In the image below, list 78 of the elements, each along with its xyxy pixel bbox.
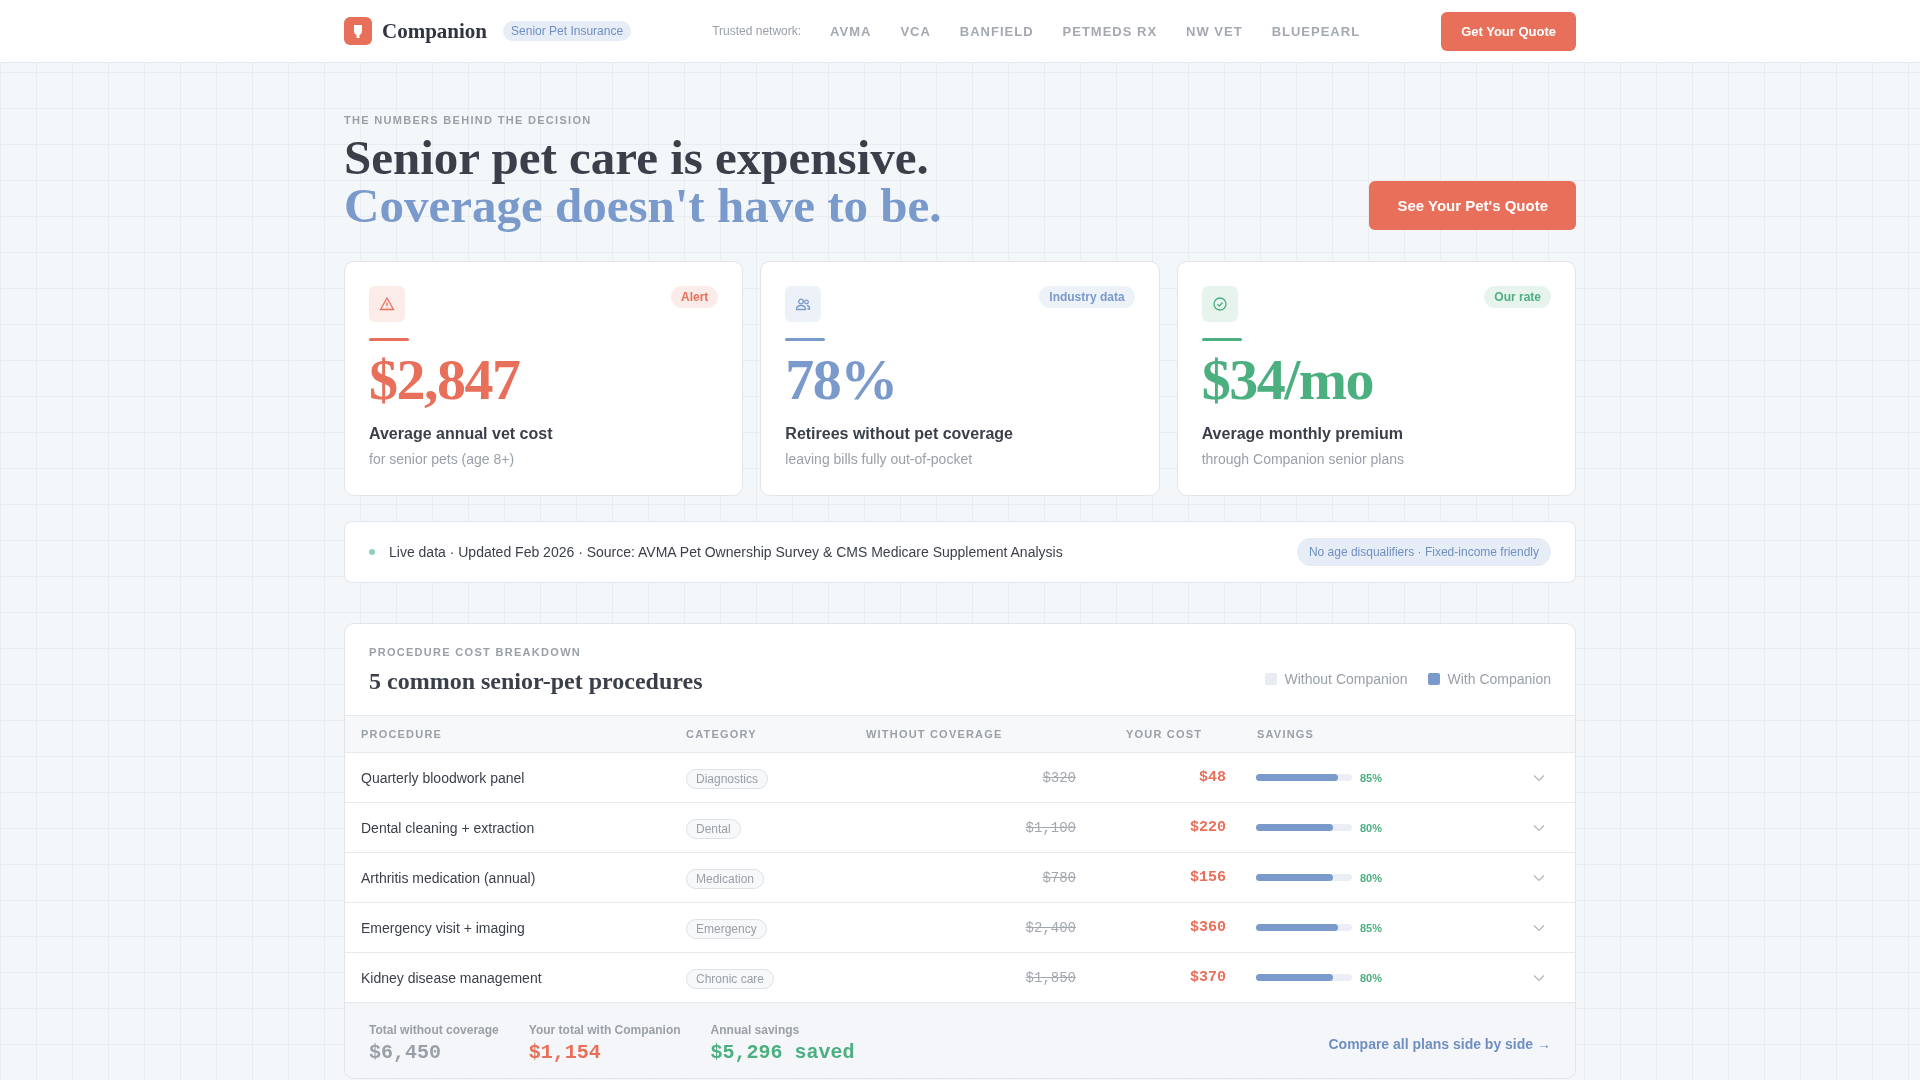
total-value: $1,154 <box>528 1041 602 1064</box>
legend-label: Without Companion <box>1284 670 1408 687</box>
chevron-down-icon[interactable] <box>1533 823 1545 832</box>
total-label: Total without coverage <box>369 1023 499 1037</box>
partner-name: BANFIELD <box>959 23 1034 39</box>
brand-tag: Senior Pet Insurance <box>503 21 632 41</box>
category-tag: Chronic care <box>686 968 775 989</box>
column-header: WITHOUT COVERAGE <box>866 728 1004 740</box>
savings-percent: 85% <box>1360 771 1383 784</box>
procedure-cell-text: Arthritis medication (annual) <box>361 869 537 886</box>
brand-name: Companion <box>382 18 488 44</box>
without-cost-cell-text: $2,400 <box>1024 919 1077 936</box>
your-cost-cell-text: $370 <box>1189 969 1227 986</box>
total-label: Your total with Companion <box>528 1023 681 1037</box>
source-text: Live data · Updated Feb 2026 · Source: AVMA Pet Ownership Survey & CMS Medicare Supplement Analysis <box>389 544 1064 560</box>
partner-name: VCA <box>900 23 931 39</box>
without-cost-cell-text: $1,100 <box>1024 819 1077 836</box>
partner-name: NW VET <box>1186 23 1243 39</box>
total-label: Annual savings <box>710 1023 801 1037</box>
chevron-down-icon[interactable] <box>1533 873 1545 882</box>
card-badge: Our rate <box>1484 286 1551 308</box>
savings-percent: 85% <box>1360 921 1383 934</box>
partner-name: PETMEDS RX <box>1062 23 1158 39</box>
partner-name: BLUEPEARL <box>1271 23 1361 39</box>
stat-value: 78% <box>785 346 898 414</box>
legend-label: With Companion <box>1447 670 1551 687</box>
procedure-cell-text: Emergency visit + imaging <box>361 919 526 936</box>
stat-value: $2,847 <box>369 346 521 414</box>
column-header: YOUR COST <box>1125 728 1204 740</box>
your-cost-cell-text: $360 <box>1189 919 1227 936</box>
without-cost-cell-text: $1,850 <box>1024 969 1077 986</box>
total-value: $6,450 <box>369 1041 442 1064</box>
live-dot-icon <box>369 549 375 555</box>
total-value: $5,296 saved <box>710 1041 855 1064</box>
column-header: CATEGORY <box>686 728 758 740</box>
without-cost-cell-text: $320 <box>1041 769 1077 786</box>
compare-plans-link[interactable]: Compare all plans side by side → <box>1328 1035 1551 1052</box>
eyebrow: THE NUMBERS BEHIND THE DECISION <box>344 114 593 126</box>
table-title: 5 common senior-pet procedures <box>369 668 703 695</box>
info-pill: No age disqualifiers · Fixed-income friendly <box>1296 538 1551 566</box>
stat-label: Average monthly premium <box>1201 425 1404 443</box>
your-cost-cell-text: $48 <box>1198 769 1227 786</box>
stat-sublabel: for senior pets (age 8+) <box>369 451 516 467</box>
savings-percent: 80% <box>1360 971 1383 984</box>
hero-title: Senior pet care is expensive. <box>344 134 930 182</box>
get-quote-button[interactable]: Get Your Quote <box>1441 11 1576 51</box>
your-cost-cell-text: $156 <box>1189 869 1227 886</box>
stat-label: Retirees without pet coverage <box>785 425 1014 443</box>
procedure-cell-text: Dental cleaning + extraction <box>361 819 536 836</box>
card-badge: Alert <box>671 286 719 308</box>
savings-percent: 80% <box>1360 821 1383 834</box>
partner-name: AVMA <box>830 23 872 39</box>
see-quote-button[interactable]: See Your Pet's Quote <box>1369 181 1576 230</box>
card-badge: Industry data <box>1039 286 1135 308</box>
stat-sublabel: leaving bills fully out-of-pocket <box>785 451 974 467</box>
without-cost-cell-text: $780 <box>1041 869 1077 886</box>
category-tag: Dental <box>686 818 741 839</box>
people-icon <box>795 296 812 312</box>
warning-icon <box>379 296 395 312</box>
table-eyebrow: PROCEDURE COST BREAKDOWN <box>369 646 583 658</box>
stat-sublabel: through Companion senior plans <box>1201 451 1405 467</box>
column-header: PROCEDURE <box>361 728 444 740</box>
procedure-cell-text: Quarterly bloodwork panel <box>361 769 526 786</box>
your-cost-cell-text: $220 <box>1189 819 1227 836</box>
savings-percent: 80% <box>1360 871 1383 884</box>
stat-label: Average annual vet cost <box>369 425 554 443</box>
category-tag: Diagnostics <box>686 768 769 789</box>
logo-icon <box>344 17 372 45</box>
category-tag: Medication <box>686 868 765 889</box>
check-circle-icon <box>1211 296 1228 312</box>
category-tag: Emergency <box>686 918 767 939</box>
stat-value: $34/mo <box>1201 346 1375 414</box>
procedure-cell-text: Kidney disease management <box>361 969 543 986</box>
chevron-down-icon[interactable] <box>1533 773 1545 782</box>
chevron-down-icon[interactable] <box>1533 923 1545 932</box>
column-header: SAVINGS <box>1256 728 1316 740</box>
chevron-down-icon[interactable] <box>1533 973 1545 982</box>
network-label: Trusted network: <box>712 24 802 38</box>
